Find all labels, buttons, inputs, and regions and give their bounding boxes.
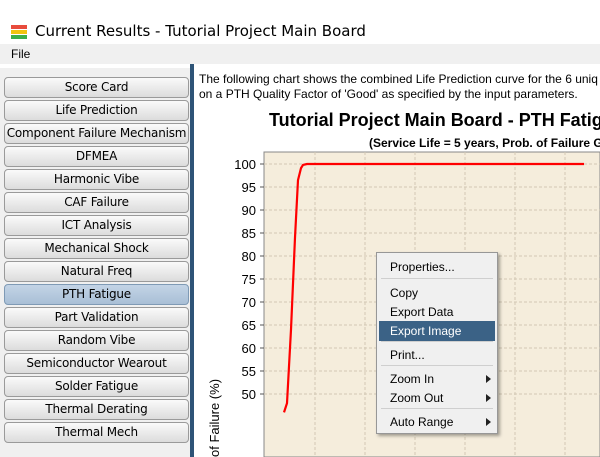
menu-item-zoom-in[interactable]: Zoom In [379, 369, 495, 389]
title-bar: Current Results - Tutorial Project Main … [0, 0, 600, 44]
y-tick-label: 90 [242, 203, 256, 218]
nav-dfmea-button[interactable]: DFMEA [4, 146, 189, 167]
nav-score-card-button[interactable]: Score Card [4, 77, 189, 98]
nav-semiconductor-wearout-button[interactable]: Semiconductor Wearout [4, 353, 189, 374]
nav-thermal-mech-button[interactable]: Thermal Mech [4, 422, 189, 443]
submenu-arrow-icon [486, 394, 491, 402]
nav-harmonic-vibe-button[interactable]: Harmonic Vibe [4, 169, 189, 190]
menu-item-export-image[interactable]: Export Image [379, 321, 495, 341]
menu-file[interactable]: File [11, 47, 30, 61]
chart-context-menu: Properties... Copy Export Data Export Image… [376, 252, 498, 434]
menu-item-properties[interactable]: Properties... [379, 257, 495, 277]
menu-item-label: Zoom In [390, 372, 435, 386]
y-tick-label: 55 [242, 364, 256, 379]
menu-item-zoom-out[interactable]: Zoom Out [379, 388, 495, 408]
menu-item-label: Auto Range [390, 415, 454, 429]
window-title: Current Results - Tutorial Project Main … [35, 22, 366, 40]
nav-thermal-derating-button[interactable]: Thermal Derating [4, 399, 189, 420]
menu-item-auto-range[interactable]: Auto Range [379, 412, 495, 432]
app-icon [11, 25, 27, 39]
menu-separator [381, 365, 493, 366]
y-tick-label: 70 [242, 295, 256, 310]
y-tick-label: 100 [234, 157, 256, 172]
menu-item-label: Export Data [390, 305, 454, 319]
nav-ict-analysis-button[interactable]: ICT Analysis [4, 215, 189, 236]
menu-bar: File [0, 44, 600, 64]
y-tick-label: 65 [242, 318, 256, 333]
nav-part-validation-button[interactable]: Part Validation [4, 307, 189, 328]
nav-life-prediction-button[interactable]: Life Prediction [4, 100, 189, 121]
menu-item-label: Properties... [390, 260, 455, 274]
y-tick-label: 85 [242, 226, 256, 241]
chart-title: Tutorial Project Main Board - PTH Fatig [269, 110, 600, 130]
menu-item-print[interactable]: Print... [379, 345, 495, 365]
menu-item-label: Export Image [390, 324, 462, 338]
y-axis-label: of Failure (%) [207, 379, 222, 457]
submenu-arrow-icon [486, 418, 491, 426]
menu-item-label: Copy [390, 286, 419, 300]
nav-solder-fatigue-button[interactable]: Solder Fatigue [4, 376, 189, 397]
nav-natural-freq-button[interactable]: Natural Freq [4, 261, 189, 282]
nav-component-failure-mechanism-button[interactable]: Component Failure Mechanism [4, 123, 189, 144]
menu-item-label: Zoom Out [390, 391, 444, 405]
nav-pth-fatigue-button[interactable]: PTH Fatigue [4, 284, 189, 305]
submenu-arrow-icon [486, 375, 491, 383]
menu-item-copy[interactable]: Copy [379, 283, 495, 303]
y-tick-label: 50 [242, 387, 256, 402]
nav-mechanical-shock-button[interactable]: Mechanical Shock [4, 238, 189, 259]
y-tick-label: 80 [242, 249, 256, 264]
menu-separator [381, 278, 493, 279]
menu-item-label: Print... [390, 348, 425, 362]
y-tick-label: 95 [242, 180, 256, 195]
y-tick-label: 75 [242, 272, 256, 287]
chart-subtitle: (Service Life = 5 years, Prob. of Failur… [369, 136, 600, 150]
y-tick-label: 60 [242, 341, 256, 356]
nav-caf-failure-button[interactable]: CAF Failure [4, 192, 189, 213]
menu-item-export-data[interactable]: Export Data [379, 302, 495, 322]
sidebar: Score Card Life Prediction Component Failu… [0, 68, 192, 457]
nav-random-vibe-button[interactable]: Random Vibe [4, 330, 189, 351]
menu-separator [381, 341, 493, 342]
menu-separator [381, 408, 493, 409]
